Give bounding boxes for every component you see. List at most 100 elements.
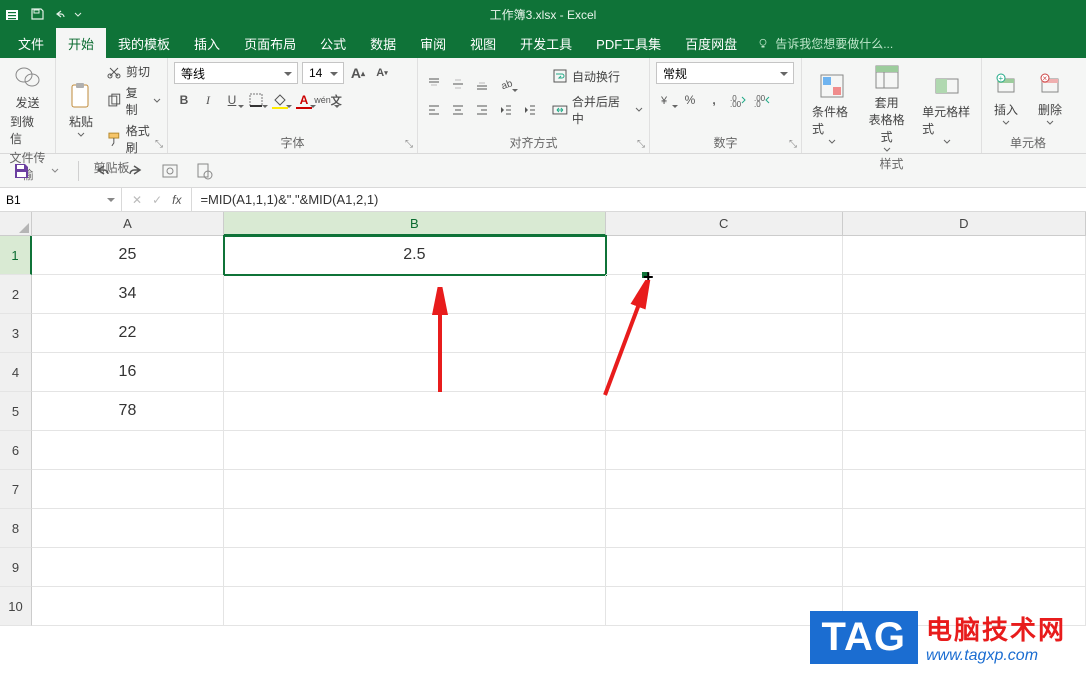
tab-pdf[interactable]: PDF工具集 [584,28,673,58]
cell-C5[interactable] [606,392,843,431]
tab-template[interactable]: 我的模板 [106,28,182,58]
row-header-1[interactable]: 1 [0,236,32,275]
tab-review[interactable]: 审阅 [408,28,458,58]
undo-icon[interactable] [91,160,113,182]
cell-B3[interactable] [224,314,606,353]
orientation-icon[interactable]: ab [496,74,516,94]
cell-B4[interactable] [224,353,606,392]
tab-formula[interactable]: 公式 [308,28,358,58]
align-left-icon[interactable] [424,100,444,120]
cell-B5[interactable] [224,392,606,431]
align-middle-icon[interactable] [448,74,468,94]
number-format-select[interactable]: 常规 [656,62,794,84]
tab-view[interactable]: 视图 [458,28,508,58]
wrap-text-button[interactable]: 自动换行 [552,67,643,86]
fill-color-button[interactable] [270,90,290,110]
cell-B2[interactable] [224,275,606,314]
currency-icon[interactable]: ¥ [656,90,676,110]
italic-button[interactable]: I [198,90,218,110]
cell-D3[interactable] [843,314,1086,353]
cell-D2[interactable] [843,275,1086,314]
cell-D7[interactable] [843,470,1086,509]
save-icon[interactable] [10,160,32,182]
cell-D8[interactable] [843,509,1086,548]
border-button[interactable] [246,90,266,110]
tell-me-search[interactable]: 告诉我您想要做什么... [757,28,893,58]
cell-D1[interactable] [843,236,1086,275]
cell-B7[interactable] [224,470,606,509]
cell-D9[interactable] [843,548,1086,587]
cut-button[interactable]: 剪切 [106,62,161,81]
select-all-corner[interactable] [0,212,32,236]
row-header-8[interactable]: 8 [0,509,32,548]
column-header-B[interactable]: B [224,212,606,236]
indent-decrease-icon[interactable] [496,100,516,120]
cell-A4[interactable]: 16 [32,353,224,392]
column-header-D[interactable]: D [843,212,1086,236]
cell-D5[interactable] [843,392,1086,431]
qat-dropdown-icon[interactable] [74,7,82,21]
enter-formula-icon[interactable]: ✓ [152,193,162,207]
table-format-button[interactable]: 套用 表格格式 [863,62,910,153]
row-header-6[interactable]: 6 [0,431,32,470]
merge-center-button[interactable]: 合并后居中 [552,92,643,128]
print-preview-icon[interactable] [193,160,215,182]
column-header-C[interactable]: C [606,212,843,236]
formula-input[interactable]: =MID(A1,1,1)&"."&MID(A1,2,1) [192,188,1086,211]
cell-C9[interactable] [606,548,843,587]
cell-A2[interactable]: 34 [32,275,224,314]
send-wechat-button[interactable]: 发送 到微信 [6,62,49,147]
column-header-A[interactable]: A [32,212,224,236]
cell-C3[interactable] [606,314,843,353]
comma-icon[interactable]: , [704,90,724,110]
font-color-button[interactable]: A [294,90,314,110]
row-header-2[interactable]: 2 [0,275,32,314]
copy-button[interactable]: 复制 [106,83,161,119]
bold-button[interactable]: B [174,90,194,110]
phonetic-button[interactable]: wén文 [318,90,338,110]
tab-insert[interactable]: 插入 [182,28,232,58]
cell-B8[interactable] [224,509,606,548]
decrease-font-icon[interactable]: A▾ [372,63,392,83]
cell-A9[interactable] [32,548,224,587]
row-header-5[interactable]: 5 [0,392,32,431]
decrease-decimal-icon[interactable]: .00.0 [752,90,772,110]
tab-layout[interactable]: 页面布局 [232,28,308,58]
tab-file[interactable]: 文件 [6,28,56,58]
cell-B1[interactable]: 2.5 [224,236,606,275]
save-icon[interactable] [30,7,44,21]
redo-icon[interactable] [125,160,147,182]
cell-C2[interactable] [606,275,843,314]
tab-baidu[interactable]: 百度网盘 [673,28,749,58]
cell-A1[interactable]: 25 [32,236,224,275]
cell-style-button[interactable]: 单元格样式 [918,71,975,145]
align-launcher[interactable]: ⤡ [635,139,647,151]
name-box[interactable]: B1 [0,188,122,211]
align-right-icon[interactable] [472,100,492,120]
tab-home[interactable]: 开始 [56,28,106,58]
increase-decimal-icon[interactable]: .0.00 [728,90,748,110]
qat-more-icon[interactable] [44,160,66,182]
delete-cells-button[interactable]: × 删除 [1031,69,1069,126]
row-header-10[interactable]: 10 [0,587,32,626]
row-header-9[interactable]: 9 [0,548,32,587]
cell-C7[interactable] [606,470,843,509]
cell-C10[interactable] [606,587,843,626]
cell-A8[interactable] [32,509,224,548]
cell-B10[interactable] [224,587,606,626]
clipboard-launcher[interactable]: ⤡ [153,139,165,151]
cell-C1[interactable] [606,236,843,275]
fx-icon[interactable]: fx [172,193,181,207]
cell-A7[interactable] [32,470,224,509]
row-header-4[interactable]: 4 [0,353,32,392]
align-bottom-icon[interactable] [472,74,492,94]
percent-icon[interactable]: % [680,90,700,110]
cell-D6[interactable] [843,431,1086,470]
row-header-7[interactable]: 7 [0,470,32,509]
align-center-icon[interactable] [448,100,468,120]
indent-increase-icon[interactable] [520,100,540,120]
cell-C4[interactable] [606,353,843,392]
cell-A10[interactable] [32,587,224,626]
cell-B6[interactable] [224,431,606,470]
font-name-select[interactable]: 等线 [174,62,298,84]
